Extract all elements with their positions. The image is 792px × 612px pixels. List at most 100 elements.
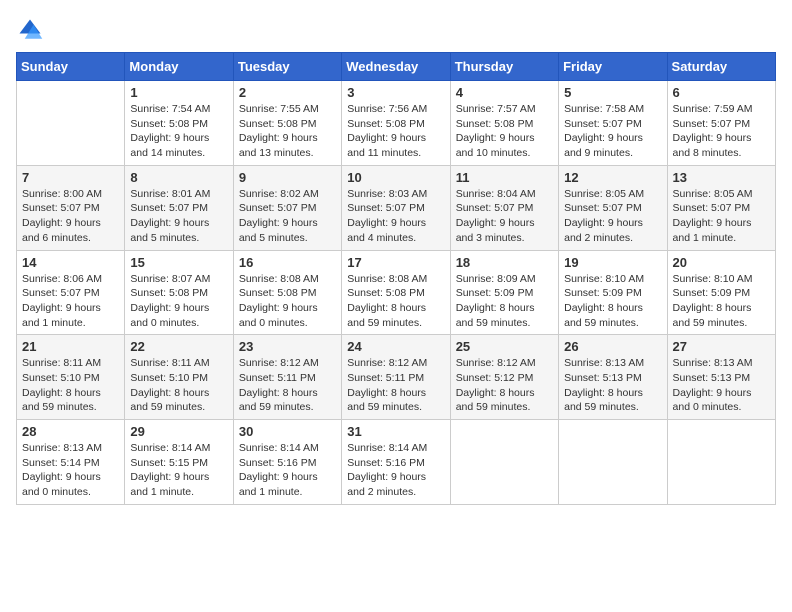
calendar-cell: 6Sunrise: 7:59 AMSunset: 5:07 PMDaylight… (667, 81, 775, 166)
calendar-cell: 14 Sunrise: 8:06 AMSunset: 5:07 PMDayligh… (17, 250, 125, 335)
day-number: 29 (130, 424, 227, 439)
calendar-cell: 13Sunrise: 8:05 AMSunset: 5:07 PMDayligh… (667, 165, 775, 250)
calendar-cell: 29Sunrise: 8:14 AMSunset: 5:15 PMDayligh… (125, 420, 233, 505)
day-number: 4 (456, 85, 553, 100)
day-number: 9 (239, 170, 336, 185)
day-info: Sunrise: 7:54 AMSunset: 5:08 PMDaylight:… (130, 102, 227, 161)
weekday-header-thursday: Thursday (450, 53, 558, 81)
calendar-cell: 5 Sunrise: 7:58 AMSunset: 5:07 PMDaylight… (559, 81, 667, 166)
day-info: Sunrise: 7:55 AMSunset: 5:08 PMDaylight:… (239, 102, 336, 161)
calendar-cell: 22 Sunrise: 8:11 AMSunset: 5:10 PMDayligh… (125, 335, 233, 420)
weekday-header-sunday: Sunday (17, 53, 125, 81)
logo (16, 16, 48, 44)
day-info: Sunrise: 8:12 AMSunset: 5:12 PMDaylight:… (456, 356, 553, 415)
page-header (16, 16, 776, 44)
day-number: 2 (239, 85, 336, 100)
day-info: Sunrise: 8:08 AMSunset: 5:08 PMDaylight:… (347, 272, 444, 331)
day-info: Sunrise: 8:06 AMSunset: 5:07 PMDaylight:… (22, 272, 119, 331)
calendar-cell: 26 Sunrise: 8:13 AMSunset: 5:13 PMDayligh… (559, 335, 667, 420)
week-row-5: 28 Sunrise: 8:13 AMSunset: 5:14 PMDayligh… (17, 420, 776, 505)
day-info: Sunrise: 7:56 AMSunset: 5:08 PMDaylight:… (347, 102, 444, 161)
calendar-cell (667, 420, 775, 505)
week-row-4: 21 Sunrise: 8:11 AMSunset: 5:10 PMDayligh… (17, 335, 776, 420)
calendar-cell (17, 81, 125, 166)
day-info: Sunrise: 8:14 AMSunset: 5:16 PMDaylight:… (347, 441, 444, 500)
calendar-cell: 19 Sunrise: 8:10 AMSunset: 5:09 PMDayligh… (559, 250, 667, 335)
calendar-cell: 9Sunrise: 8:02 AMSunset: 5:07 PMDaylight… (233, 165, 341, 250)
day-number: 7 (22, 170, 119, 185)
logo-icon (16, 16, 44, 44)
calendar-cell: 17Sunrise: 8:08 AMSunset: 5:08 PMDayligh… (342, 250, 450, 335)
calendar-cell: 16 Sunrise: 8:08 AMSunset: 5:08 PMDayligh… (233, 250, 341, 335)
calendar-cell: 27 Sunrise: 8:13 AMSunset: 5:13 PMDayligh… (667, 335, 775, 420)
day-number: 14 (22, 255, 119, 270)
day-info: Sunrise: 8:13 AMSunset: 5:13 PMDaylight:… (564, 356, 661, 415)
calendar-cell: 7Sunrise: 8:00 AMSunset: 5:07 PMDaylight… (17, 165, 125, 250)
week-row-3: 14 Sunrise: 8:06 AMSunset: 5:07 PMDayligh… (17, 250, 776, 335)
day-number: 18 (456, 255, 553, 270)
day-info: Sunrise: 8:10 AMSunset: 5:09 PMDaylight:… (673, 272, 770, 331)
day-number: 31 (347, 424, 444, 439)
day-number: 19 (564, 255, 661, 270)
calendar-cell: 31 Sunrise: 8:14 AMSunset: 5:16 PMDayligh… (342, 420, 450, 505)
day-info: Sunrise: 8:04 AMSunset: 5:07 PMDaylight:… (456, 187, 553, 246)
day-number: 24 (347, 339, 444, 354)
calendar-cell: 11Sunrise: 8:04 AMSunset: 5:07 PMDayligh… (450, 165, 558, 250)
day-number: 28 (22, 424, 119, 439)
day-info: Sunrise: 8:07 AMSunset: 5:08 PMDaylight:… (130, 272, 227, 331)
calendar-cell: 28 Sunrise: 8:13 AMSunset: 5:14 PMDayligh… (17, 420, 125, 505)
day-number: 6 (673, 85, 770, 100)
day-info: Sunrise: 7:58 AMSunset: 5:07 PMDaylight:… (564, 102, 661, 161)
day-number: 30 (239, 424, 336, 439)
day-info: Sunrise: 8:13 AMSunset: 5:13 PMDaylight:… (673, 356, 770, 415)
day-number: 13 (673, 170, 770, 185)
day-info: Sunrise: 7:57 AMSunset: 5:08 PMDaylight:… (456, 102, 553, 161)
day-number: 26 (564, 339, 661, 354)
weekday-header-row: SundayMondayTuesdayWednesdayThursdayFrid… (17, 53, 776, 81)
week-row-2: 7Sunrise: 8:00 AMSunset: 5:07 PMDaylight… (17, 165, 776, 250)
day-info: Sunrise: 8:12 AMSunset: 5:11 PMDaylight:… (239, 356, 336, 415)
calendar-cell: 10Sunrise: 8:03 AMSunset: 5:07 PMDayligh… (342, 165, 450, 250)
weekday-header-monday: Monday (125, 53, 233, 81)
weekday-header-wednesday: Wednesday (342, 53, 450, 81)
weekday-header-saturday: Saturday (667, 53, 775, 81)
day-info: Sunrise: 8:11 AMSunset: 5:10 PMDaylight:… (22, 356, 119, 415)
day-number: 23 (239, 339, 336, 354)
day-number: 8 (130, 170, 227, 185)
day-info: Sunrise: 8:10 AMSunset: 5:09 PMDaylight:… (564, 272, 661, 331)
day-info: Sunrise: 8:01 AMSunset: 5:07 PMDaylight:… (130, 187, 227, 246)
calendar-cell: 23 Sunrise: 8:12 AMSunset: 5:11 PMDayligh… (233, 335, 341, 420)
day-number: 1 (130, 85, 227, 100)
weekday-header-friday: Friday (559, 53, 667, 81)
day-number: 27 (673, 339, 770, 354)
day-number: 16 (239, 255, 336, 270)
day-number: 20 (673, 255, 770, 270)
day-number: 21 (22, 339, 119, 354)
calendar-cell: 25 Sunrise: 8:12 AMSunset: 5:12 PMDayligh… (450, 335, 558, 420)
day-number: 5 (564, 85, 661, 100)
calendar-cell: 12Sunrise: 8:05 AMSunset: 5:07 PMDayligh… (559, 165, 667, 250)
calendar-cell: 3 Sunrise: 7:56 AMSunset: 5:08 PMDaylight… (342, 81, 450, 166)
calendar-cell: 4 Sunrise: 7:57 AMSunset: 5:08 PMDaylight… (450, 81, 558, 166)
calendar-cell (450, 420, 558, 505)
calendar-cell: 15 Sunrise: 8:07 AMSunset: 5:08 PMDayligh… (125, 250, 233, 335)
day-info: Sunrise: 8:13 AMSunset: 5:14 PMDaylight:… (22, 441, 119, 500)
day-number: 15 (130, 255, 227, 270)
calendar-cell: 21 Sunrise: 8:11 AMSunset: 5:10 PMDayligh… (17, 335, 125, 420)
day-number: 12 (564, 170, 661, 185)
day-info: Sunrise: 8:08 AMSunset: 5:08 PMDaylight:… (239, 272, 336, 331)
day-number: 25 (456, 339, 553, 354)
day-info: Sunrise: 8:03 AMSunset: 5:07 PMDaylight:… (347, 187, 444, 246)
day-info: Sunrise: 8:09 AMSunset: 5:09 PMDaylight:… (456, 272, 553, 331)
calendar: SundayMondayTuesdayWednesdayThursdayFrid… (16, 52, 776, 505)
day-number: 3 (347, 85, 444, 100)
day-info: Sunrise: 8:11 AMSunset: 5:10 PMDaylight:… (130, 356, 227, 415)
calendar-cell: 1 Sunrise: 7:54 AMSunset: 5:08 PMDaylight… (125, 81, 233, 166)
calendar-cell: 24 Sunrise: 8:12 AMSunset: 5:11 PMDayligh… (342, 335, 450, 420)
day-info: Sunrise: 8:12 AMSunset: 5:11 PMDaylight:… (347, 356, 444, 415)
calendar-cell: 18 Sunrise: 8:09 AMSunset: 5:09 PMDayligh… (450, 250, 558, 335)
calendar-cell: 20 Sunrise: 8:10 AMSunset: 5:09 PMDayligh… (667, 250, 775, 335)
day-info: Sunrise: 8:14 AMSunset: 5:16 PMDaylight:… (239, 441, 336, 500)
weekday-header-tuesday: Tuesday (233, 53, 341, 81)
day-number: 22 (130, 339, 227, 354)
